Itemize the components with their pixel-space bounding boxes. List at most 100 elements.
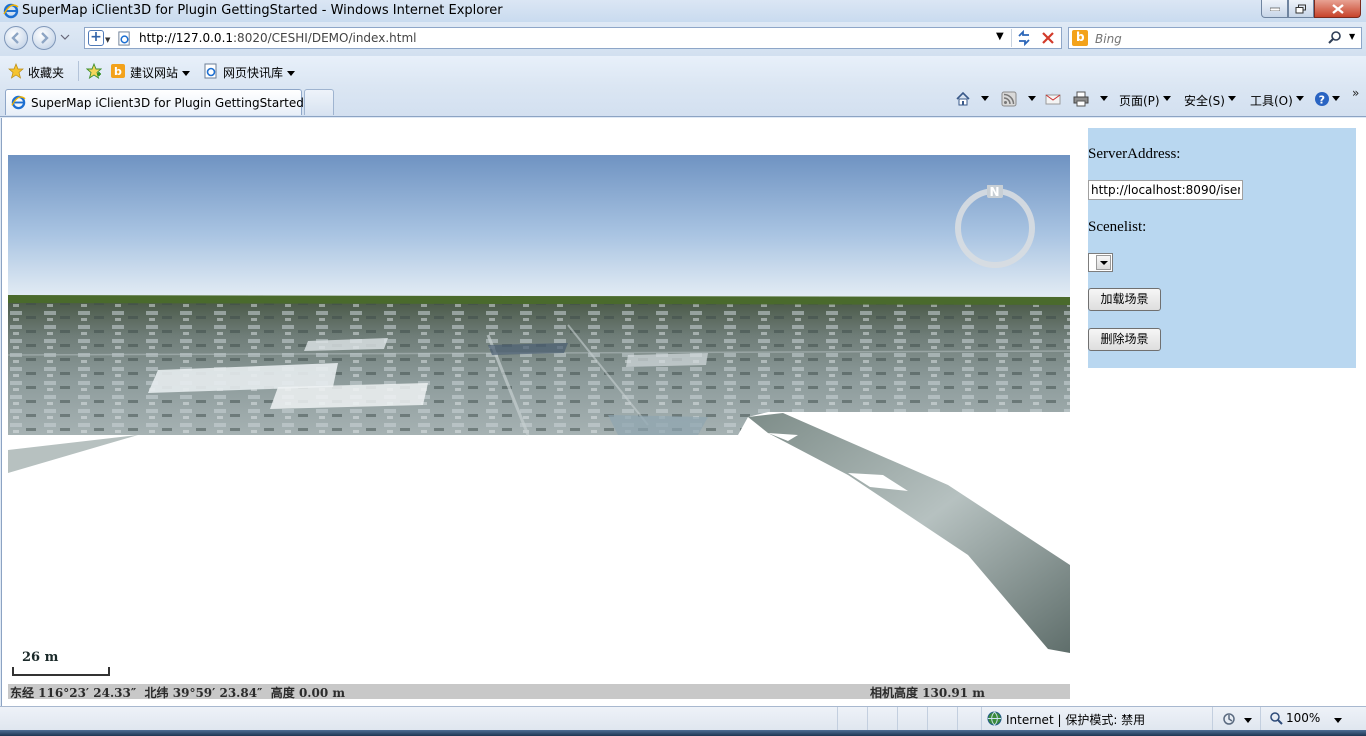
forward-button[interactable] bbox=[32, 26, 56, 50]
plus-dropdown-icon[interactable]: ▼ bbox=[105, 36, 110, 44]
web-slice-gallery-link[interactable]: 网页快讯库 bbox=[223, 64, 296, 81]
feeds-dropdown-icon[interactable] bbox=[1028, 96, 1036, 101]
svg-text:?: ? bbox=[1319, 94, 1325, 107]
water bbox=[488, 343, 568, 355]
3d-viewer[interactable]: N 26 m 东经 116°23′ 24.33″ 北纬 39°59′ 23.84… bbox=[8, 155, 1070, 699]
url-host: http://127.0.0.1 bbox=[139, 31, 234, 45]
zoom-dropdown-icon[interactable] bbox=[1334, 718, 1342, 723]
back-arrow-icon bbox=[11, 32, 19, 44]
tools-menu[interactable]: 工具(O) bbox=[1250, 92, 1293, 109]
city-texture bbox=[8, 303, 1070, 435]
url-path: :8020/CESHI/DEMO/index.html bbox=[233, 31, 417, 45]
ie-logo-icon bbox=[3, 3, 19, 19]
chevron-down-icon bbox=[182, 71, 191, 76]
minimize-button[interactable] bbox=[1261, 0, 1288, 18]
tab-label: SuperMap iClient3D for Plugin GettingSta… bbox=[31, 96, 304, 110]
tools-dropdown-icon[interactable] bbox=[1296, 96, 1304, 101]
camera-height-text: 相机高度 130.91 m bbox=[870, 686, 985, 699]
search-box[interactable]: b ▼ bbox=[1068, 27, 1362, 49]
url-dropdown-icon[interactable]: ▼ bbox=[996, 31, 1004, 42]
page-icon bbox=[118, 31, 130, 46]
suggested-sites-link[interactable]: 建议网站 bbox=[130, 64, 191, 81]
zoom-level[interactable]: 100% bbox=[1286, 711, 1320, 725]
protected-mode-icon[interactable] bbox=[1222, 712, 1236, 726]
home-dropdown-icon[interactable] bbox=[981, 96, 989, 101]
url-text[interactable]: http://127.0.0.1:8020/CESHI/DEMO/index.h… bbox=[139, 31, 416, 45]
scene-list-label: Scenelist: bbox=[1088, 219, 1147, 235]
building-block bbox=[626, 353, 708, 367]
page-menu[interactable]: 页面(P) bbox=[1119, 92, 1160, 109]
building-block bbox=[270, 383, 428, 409]
status-divider bbox=[927, 707, 928, 731]
close-window-button[interactable] bbox=[1314, 0, 1361, 18]
refresh-icon[interactable] bbox=[1016, 30, 1032, 46]
safety-menu[interactable]: 安全(S) bbox=[1184, 92, 1225, 109]
stop-icon[interactable] bbox=[1040, 30, 1056, 46]
bing-icon: b bbox=[111, 64, 125, 78]
server-address-label: ServerAddress: bbox=[1088, 146, 1181, 162]
search-dropdown-icon[interactable]: ▼ bbox=[1349, 32, 1355, 41]
window-title: SuperMap iClient3D for Plugin GettingSta… bbox=[22, 3, 503, 18]
control-panel: ServerAddress: Scenelist: 加载场景 删除场景 bbox=[1088, 128, 1356, 368]
coordinates-text: 东经 116°23′ 24.33″ 北纬 39°59′ 23.84″ 高度 0.… bbox=[10, 686, 346, 699]
foreground-strip bbox=[8, 435, 138, 473]
page-dropdown-icon[interactable] bbox=[1163, 96, 1171, 101]
chevron-down-icon[interactable] bbox=[1244, 718, 1252, 723]
mail-icon[interactable] bbox=[1045, 91, 1061, 107]
tab-active[interactable]: SuperMap iClient3D for Plugin GettingSta… bbox=[5, 89, 304, 115]
overflow-chevron-icon[interactable]: » bbox=[1352, 86, 1359, 100]
help-dropdown-icon[interactable] bbox=[1332, 96, 1340, 101]
security-zone-text: Internet | 保护模式: 禁用 bbox=[1006, 713, 1146, 727]
web-slice-gallery-label: 网页快讯库 bbox=[223, 66, 284, 80]
help-icon[interactable]: ? bbox=[1314, 91, 1330, 107]
delete-scene-button[interactable]: 删除场景 bbox=[1088, 328, 1161, 351]
address-bar[interactable]: + ▼ http://127.0.0.1:8020/CESHI/DEMO/ind… bbox=[84, 27, 1062, 49]
chevron-down-icon bbox=[287, 71, 296, 76]
close-icon bbox=[1331, 3, 1344, 14]
compat-view-plus-icon[interactable]: + bbox=[88, 30, 104, 46]
home-icon[interactable] bbox=[955, 91, 971, 107]
scale-bar bbox=[12, 667, 110, 676]
compass-north-label: N bbox=[990, 185, 1000, 199]
forward-arrow-icon bbox=[41, 32, 49, 44]
ie-page-icon bbox=[204, 63, 217, 79]
zoom-icon[interactable] bbox=[1270, 712, 1283, 725]
windows-taskbar bbox=[0, 730, 1366, 736]
favorites-separator bbox=[78, 61, 79, 81]
status-divider bbox=[957, 707, 958, 731]
ie-page-icon bbox=[11, 95, 26, 110]
print-icon[interactable] bbox=[1073, 91, 1089, 107]
svg-text:b: b bbox=[114, 65, 122, 78]
server-address-input[interactable] bbox=[1088, 180, 1243, 200]
sky bbox=[8, 155, 1070, 300]
search-input[interactable] bbox=[1093, 29, 1327, 49]
back-button[interactable] bbox=[4, 26, 28, 50]
maximize-button[interactable] bbox=[1288, 0, 1314, 18]
restore-icon bbox=[1295, 4, 1306, 13]
scene-list-select[interactable] bbox=[1088, 253, 1113, 272]
feeds-icon[interactable] bbox=[1001, 91, 1017, 107]
security-zone[interactable]: Internet | 保护模式: 禁用 bbox=[987, 711, 1145, 728]
favorites-button[interactable]: 收藏夹 bbox=[28, 64, 64, 81]
history-dropdown-icon[interactable] bbox=[60, 32, 70, 42]
minimize-icon bbox=[1269, 7, 1280, 11]
favorites-star-icon bbox=[8, 63, 24, 79]
title-bar: SuperMap iClient3D for Plugin GettingSta… bbox=[0, 0, 1366, 22]
print-dropdown-icon[interactable] bbox=[1100, 96, 1108, 101]
add-favorite-icon[interactable] bbox=[86, 63, 102, 79]
scene-render[interactable] bbox=[8, 155, 1070, 699]
status-bar: Internet | 保护模式: 禁用 100% bbox=[0, 706, 1366, 731]
favorites-bar: 收藏夹 b 建议网站 网页快讯库 bbox=[0, 56, 1366, 86]
suggested-sites-label: 建议网站 bbox=[130, 66, 179, 80]
water bbox=[608, 415, 708, 435]
compass-icon[interactable]: N bbox=[952, 185, 1038, 271]
select-dropdown-icon[interactable] bbox=[1096, 255, 1111, 270]
new-tab-button[interactable] bbox=[304, 89, 334, 115]
search-icon[interactable] bbox=[1327, 30, 1343, 46]
bing-logo-icon: b bbox=[1072, 30, 1088, 46]
status-divider bbox=[897, 707, 898, 731]
status-divider bbox=[1212, 707, 1213, 731]
status-divider bbox=[837, 707, 838, 731]
safety-dropdown-icon[interactable] bbox=[1228, 96, 1236, 101]
load-scene-button[interactable]: 加载场景 bbox=[1088, 288, 1161, 311]
